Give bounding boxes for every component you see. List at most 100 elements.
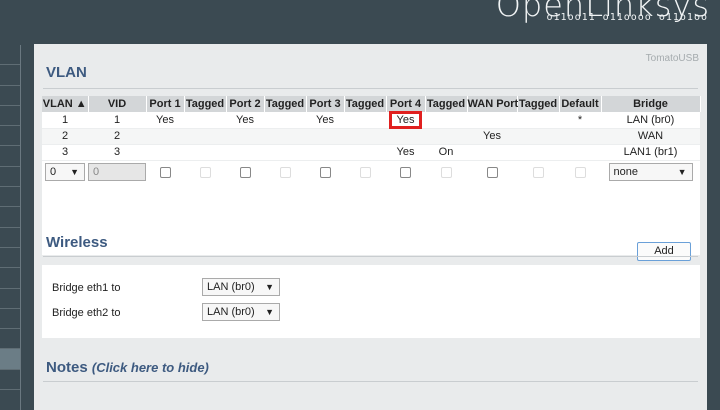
- sidebar-item[interactable]: [0, 65, 20, 86]
- vlan-cell: [184, 144, 226, 161]
- sidebar-item[interactable]: [0, 289, 20, 309]
- top-header: OpenLinksys o11oo11 o11oooo o11o1oo: [0, 0, 720, 33]
- sidebar-item[interactable]: [0, 187, 20, 208]
- vlan-title-rule: [43, 88, 698, 89]
- vlan-row[interactable]: 1 1 Yes Yes Yes Yes * LAN (br0): [42, 110, 700, 129]
- sidebar-item[interactable]: [0, 248, 20, 269]
- bridge-select-value: none: [613, 166, 638, 179]
- vlan-row[interactable]: 3 3 Yes On LAN1 (br1): [42, 144, 700, 161]
- vlan-cell: [226, 128, 264, 145]
- chevron-down-icon: ▼: [265, 307, 274, 317]
- sidebar-item[interactable]: [0, 167, 20, 188]
- vlan-cell: 2: [88, 128, 146, 145]
- port3-checkbox[interactable]: [319, 166, 331, 178]
- notes-title-rule: [43, 381, 698, 382]
- vlan-cell: [517, 128, 559, 145]
- vlan-cell: LAN (br0): [601, 112, 700, 129]
- port1-tagged-checkbox[interactable]: [199, 166, 211, 178]
- port4-checkbox[interactable]: [400, 166, 411, 178]
- vlan-number-select-value: 0: [50, 166, 57, 179]
- vlan-column-header: Port 4: [386, 96, 426, 112]
- vlan-cell: [425, 112, 467, 129]
- port2-checkbox[interactable]: [239, 166, 251, 178]
- wireless-label-eth1: Bridge eth1 to: [52, 282, 121, 294]
- vlan-cell: Yes: [386, 144, 425, 161]
- bridge-eth2-select-value: LAN (br0): [207, 306, 255, 318]
- sidebar-item[interactable]: [0, 309, 20, 330]
- vlan-cell: [386, 128, 425, 145]
- bridge-eth2-select[interactable]: LAN (br0) ▼: [202, 303, 280, 321]
- vlan-cell: Yes: [306, 112, 344, 129]
- wireless-container: Bridge eth1 to LAN (br0) ▼ Bridge eth2 to…: [42, 265, 700, 338]
- vlan-header-row: VLAN ▲ VID Port 1 Tagged Port 2 Tagged Port 3T…: [42, 96, 701, 112]
- sidebar-item[interactable]: [0, 45, 20, 66]
- chevron-down-icon: ▼: [70, 167, 79, 178]
- vlan-column-header: Port 3: [306, 96, 345, 112]
- vlan-cell: [467, 144, 517, 161]
- vlan-cell: *: [559, 112, 601, 129]
- sidebar-item[interactable]: [0, 329, 20, 350]
- vlan-cell: [264, 128, 306, 145]
- sidebar-item[interactable]: [0, 207, 20, 228]
- sidebar-item[interactable]: [0, 126, 20, 147]
- bridge-select[interactable]: none ▼: [608, 163, 693, 182]
- wan-port-checkbox[interactable]: [486, 166, 498, 178]
- sidebar-item[interactable]: [0, 370, 20, 391]
- sidebar-item[interactable]: [0, 146, 20, 167]
- vlan-cell: [344, 144, 386, 161]
- vlan-cell: [344, 112, 386, 129]
- content-panel: TomatoUSB VLAN VLAN ▲ VID Port 1 Tagged Port…: [34, 44, 707, 410]
- sidebar-item-active[interactable]: [0, 349, 20, 370]
- vlan-cell: Yes: [467, 128, 517, 145]
- notes-hide-link[interactable]: (Click here to hide): [92, 360, 209, 375]
- sidebar-item[interactable]: [0, 86, 20, 106]
- vlan-cell: [425, 128, 467, 145]
- vlan-cell: [264, 112, 306, 129]
- default-checkbox[interactable]: [574, 166, 586, 178]
- chevron-down-icon: ▼: [265, 282, 274, 292]
- vlan-new-row: 0 ▼ 0 none ▼: [42, 160, 700, 184]
- vlan-cell: Yes: [146, 112, 184, 129]
- vlan-row[interactable]: 2 2 Yes WAN: [42, 128, 700, 145]
- vlan-cell: [226, 144, 264, 161]
- vlan-cell: [559, 128, 601, 145]
- vlan-cell: [306, 128, 344, 145]
- vlan-cell: WAN: [601, 128, 700, 145]
- vlan-table: VLAN ▲ VID Port 1 Tagged Port 2 Tagged Port 3T…: [42, 96, 701, 184]
- sidebar-item[interactable]: [0, 268, 20, 289]
- vlan-cell: [146, 144, 184, 161]
- notes-title: Notes: [46, 359, 88, 376]
- bridge-eth1-select[interactable]: LAN (br0) ▼: [202, 278, 280, 296]
- vlan-cell: On: [425, 144, 467, 161]
- bridge-eth1-select-value: LAN (br0): [207, 281, 255, 293]
- vlan-cell: [467, 112, 517, 129]
- vlan-cell: [559, 144, 601, 161]
- vlan-cell: Yes: [386, 110, 425, 129]
- vlan-number-select[interactable]: 0 ▼: [45, 163, 85, 182]
- port2-tagged-checkbox[interactable]: [279, 166, 291, 178]
- vlan-column-header: Tagged: [517, 96, 560, 112]
- vlan-column-header: Tagged: [425, 96, 468, 112]
- vlan-column-header: Bridge: [601, 96, 701, 112]
- sidebar-item[interactable]: [0, 228, 20, 248]
- sidebar-item[interactable]: [0, 106, 20, 127]
- vlan-column-header: Tagged: [344, 96, 387, 112]
- vlan-table-container: VLAN ▲ VID Port 1 Tagged Port 2 Tagged Port 3T…: [42, 96, 701, 261]
- vlan-cell: [184, 112, 226, 129]
- vlan-column-header: Default: [559, 96, 602, 112]
- port1-checkbox[interactable]: [159, 166, 171, 178]
- wan-tagged-checkbox[interactable]: [532, 166, 544, 178]
- vlan-column-header[interactable]: VLAN ▲: [42, 96, 89, 112]
- wireless-title-rule: [43, 256, 698, 257]
- vlan-cell: [184, 128, 226, 145]
- vlan-cell: 1: [88, 112, 146, 129]
- vlan-cell: [517, 144, 559, 161]
- vlan-column-header: Port 1: [146, 96, 185, 112]
- port3-tagged-checkbox[interactable]: [359, 166, 371, 178]
- add-vlan-button[interactable]: Add: [637, 242, 691, 261]
- vlan-column-header: VID: [88, 96, 147, 112]
- vlan-column-header: WAN Port: [467, 96, 519, 112]
- vid-input[interactable]: 0: [88, 163, 146, 182]
- port4-tagged-checkbox[interactable]: [440, 166, 452, 178]
- vlan-section-title: VLAN: [46, 64, 87, 81]
